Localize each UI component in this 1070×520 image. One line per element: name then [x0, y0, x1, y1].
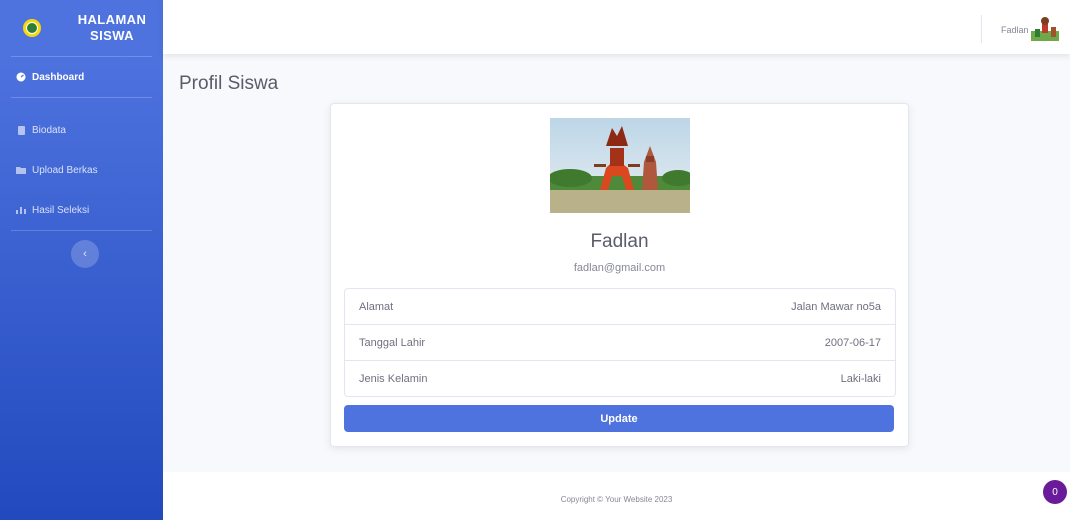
brand-line1: HALAMAN [77, 12, 147, 27]
file-icon [16, 125, 26, 135]
sidebar-item-label: Upload Berkas [32, 164, 98, 176]
field-label-alamat: Alamat [359, 300, 394, 313]
field-label-tanggal-lahir: Tanggal Lahir [359, 336, 426, 349]
field-value-jenis-kelamin: Laki-laki [840, 372, 881, 385]
sidebar-toggle-button[interactable]: ‹ [71, 240, 99, 268]
field-label-jenis-kelamin: Jenis Kelamin [359, 372, 428, 385]
user-avatar[interactable] [1031, 17, 1059, 41]
tachometer-icon [16, 72, 26, 82]
page-title: Profil Siswa [179, 73, 279, 94]
profile-info-list: Alamat Jalan Mawar no5a Tanggal Lahir 20… [344, 288, 896, 397]
brand-title: HALAMAN SISWA [74, 12, 150, 44]
folder-icon [16, 166, 26, 175]
field-value-alamat: Jalan Mawar no5a [791, 300, 881, 313]
list-item: Alamat Jalan Mawar no5a [345, 289, 895, 324]
notification-badge[interactable]: 0 [1043, 480, 1067, 504]
sidebar-item-hasil-seleksi[interactable]: Hasil Seleksi [0, 190, 163, 230]
topbar-divider [981, 15, 982, 43]
profile-email: fadlan@gmail.com [573, 262, 666, 274]
chevron-left-icon: ‹ [83, 248, 87, 260]
sidebar-item-label: Hasil Seleksi [32, 204, 90, 216]
profile-photo [550, 118, 690, 213]
sidebar-item-biodata[interactable]: Biodata [0, 110, 163, 150]
field-value-tanggal-lahir: 2007-06-17 [824, 336, 881, 349]
list-item: Jenis Kelamin Laki-laki [345, 360, 895, 396]
sidebar-brand[interactable]: HALAMAN SISWA [0, 0, 163, 56]
school-logo-icon [23, 19, 41, 37]
profile-card: Fadlan fadlan@gmail.com Alamat Jalan Maw… [330, 103, 909, 447]
profile-name: Fadlan [590, 231, 649, 252]
footer: Copyright © Your Website 2023 [163, 472, 1070, 520]
sidebar: HALAMAN SISWA Dashboard Biodata Upload B… [0, 0, 163, 520]
brand-line2: SISWA [90, 28, 134, 43]
sidebar-divider [11, 230, 152, 231]
sidebar-item-label: Dashboard [32, 71, 85, 83]
list-item: Tanggal Lahir 2007-06-17 [345, 324, 895, 360]
sidebar-item-dashboard[interactable]: Dashboard [0, 57, 163, 97]
sidebar-item-label: Biodata [32, 124, 66, 136]
sidebar-item-upload-berkas[interactable]: Upload Berkas [0, 150, 163, 190]
update-button[interactable]: Update [344, 405, 894, 432]
user-name[interactable]: Fadlan [1001, 25, 1029, 35]
chart-icon [16, 206, 26, 215]
topbar: Fadlan [163, 0, 1070, 54]
copyright-text: Copyright © Your Website 2023 [560, 495, 673, 504]
